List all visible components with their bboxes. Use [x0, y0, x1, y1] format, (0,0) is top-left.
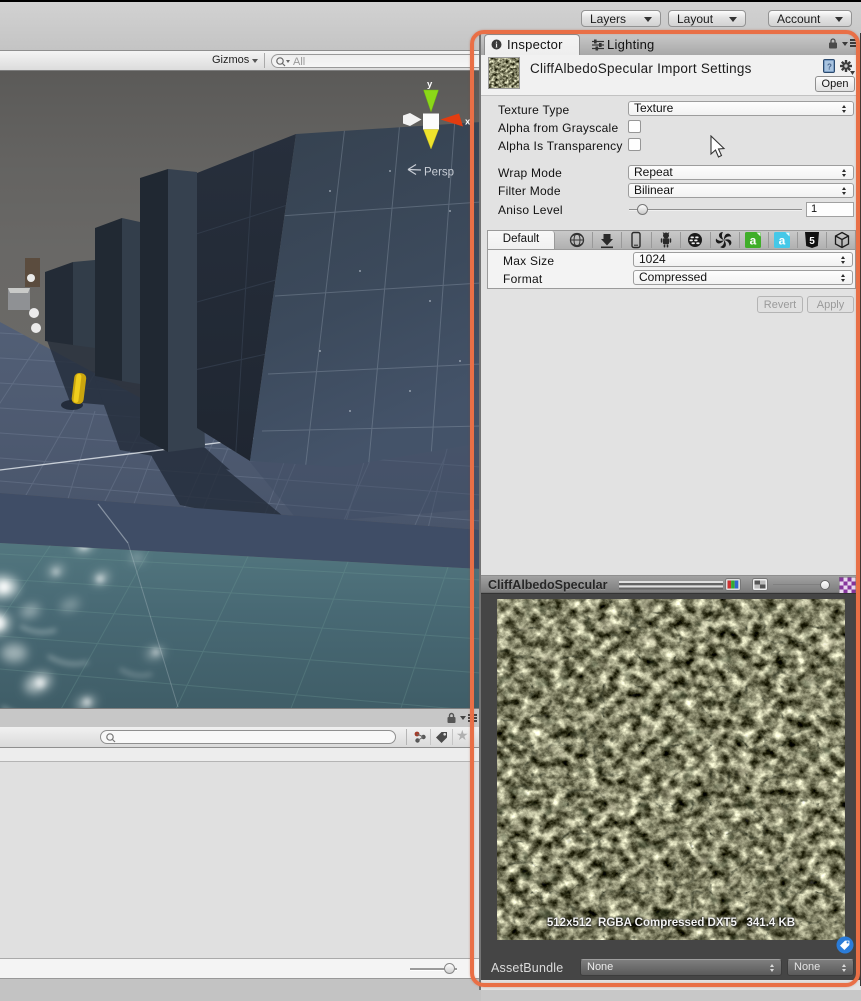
- svg-text:a: a: [750, 234, 757, 248]
- svg-text:Persp: Persp: [424, 167, 454, 179]
- svg-text:5: 5: [809, 236, 815, 247]
- svg-text:x: x: [465, 117, 471, 128]
- svg-text:a: a: [779, 234, 786, 248]
- svg-text:y: y: [427, 79, 433, 90]
- svg-text:?: ?: [827, 63, 832, 72]
